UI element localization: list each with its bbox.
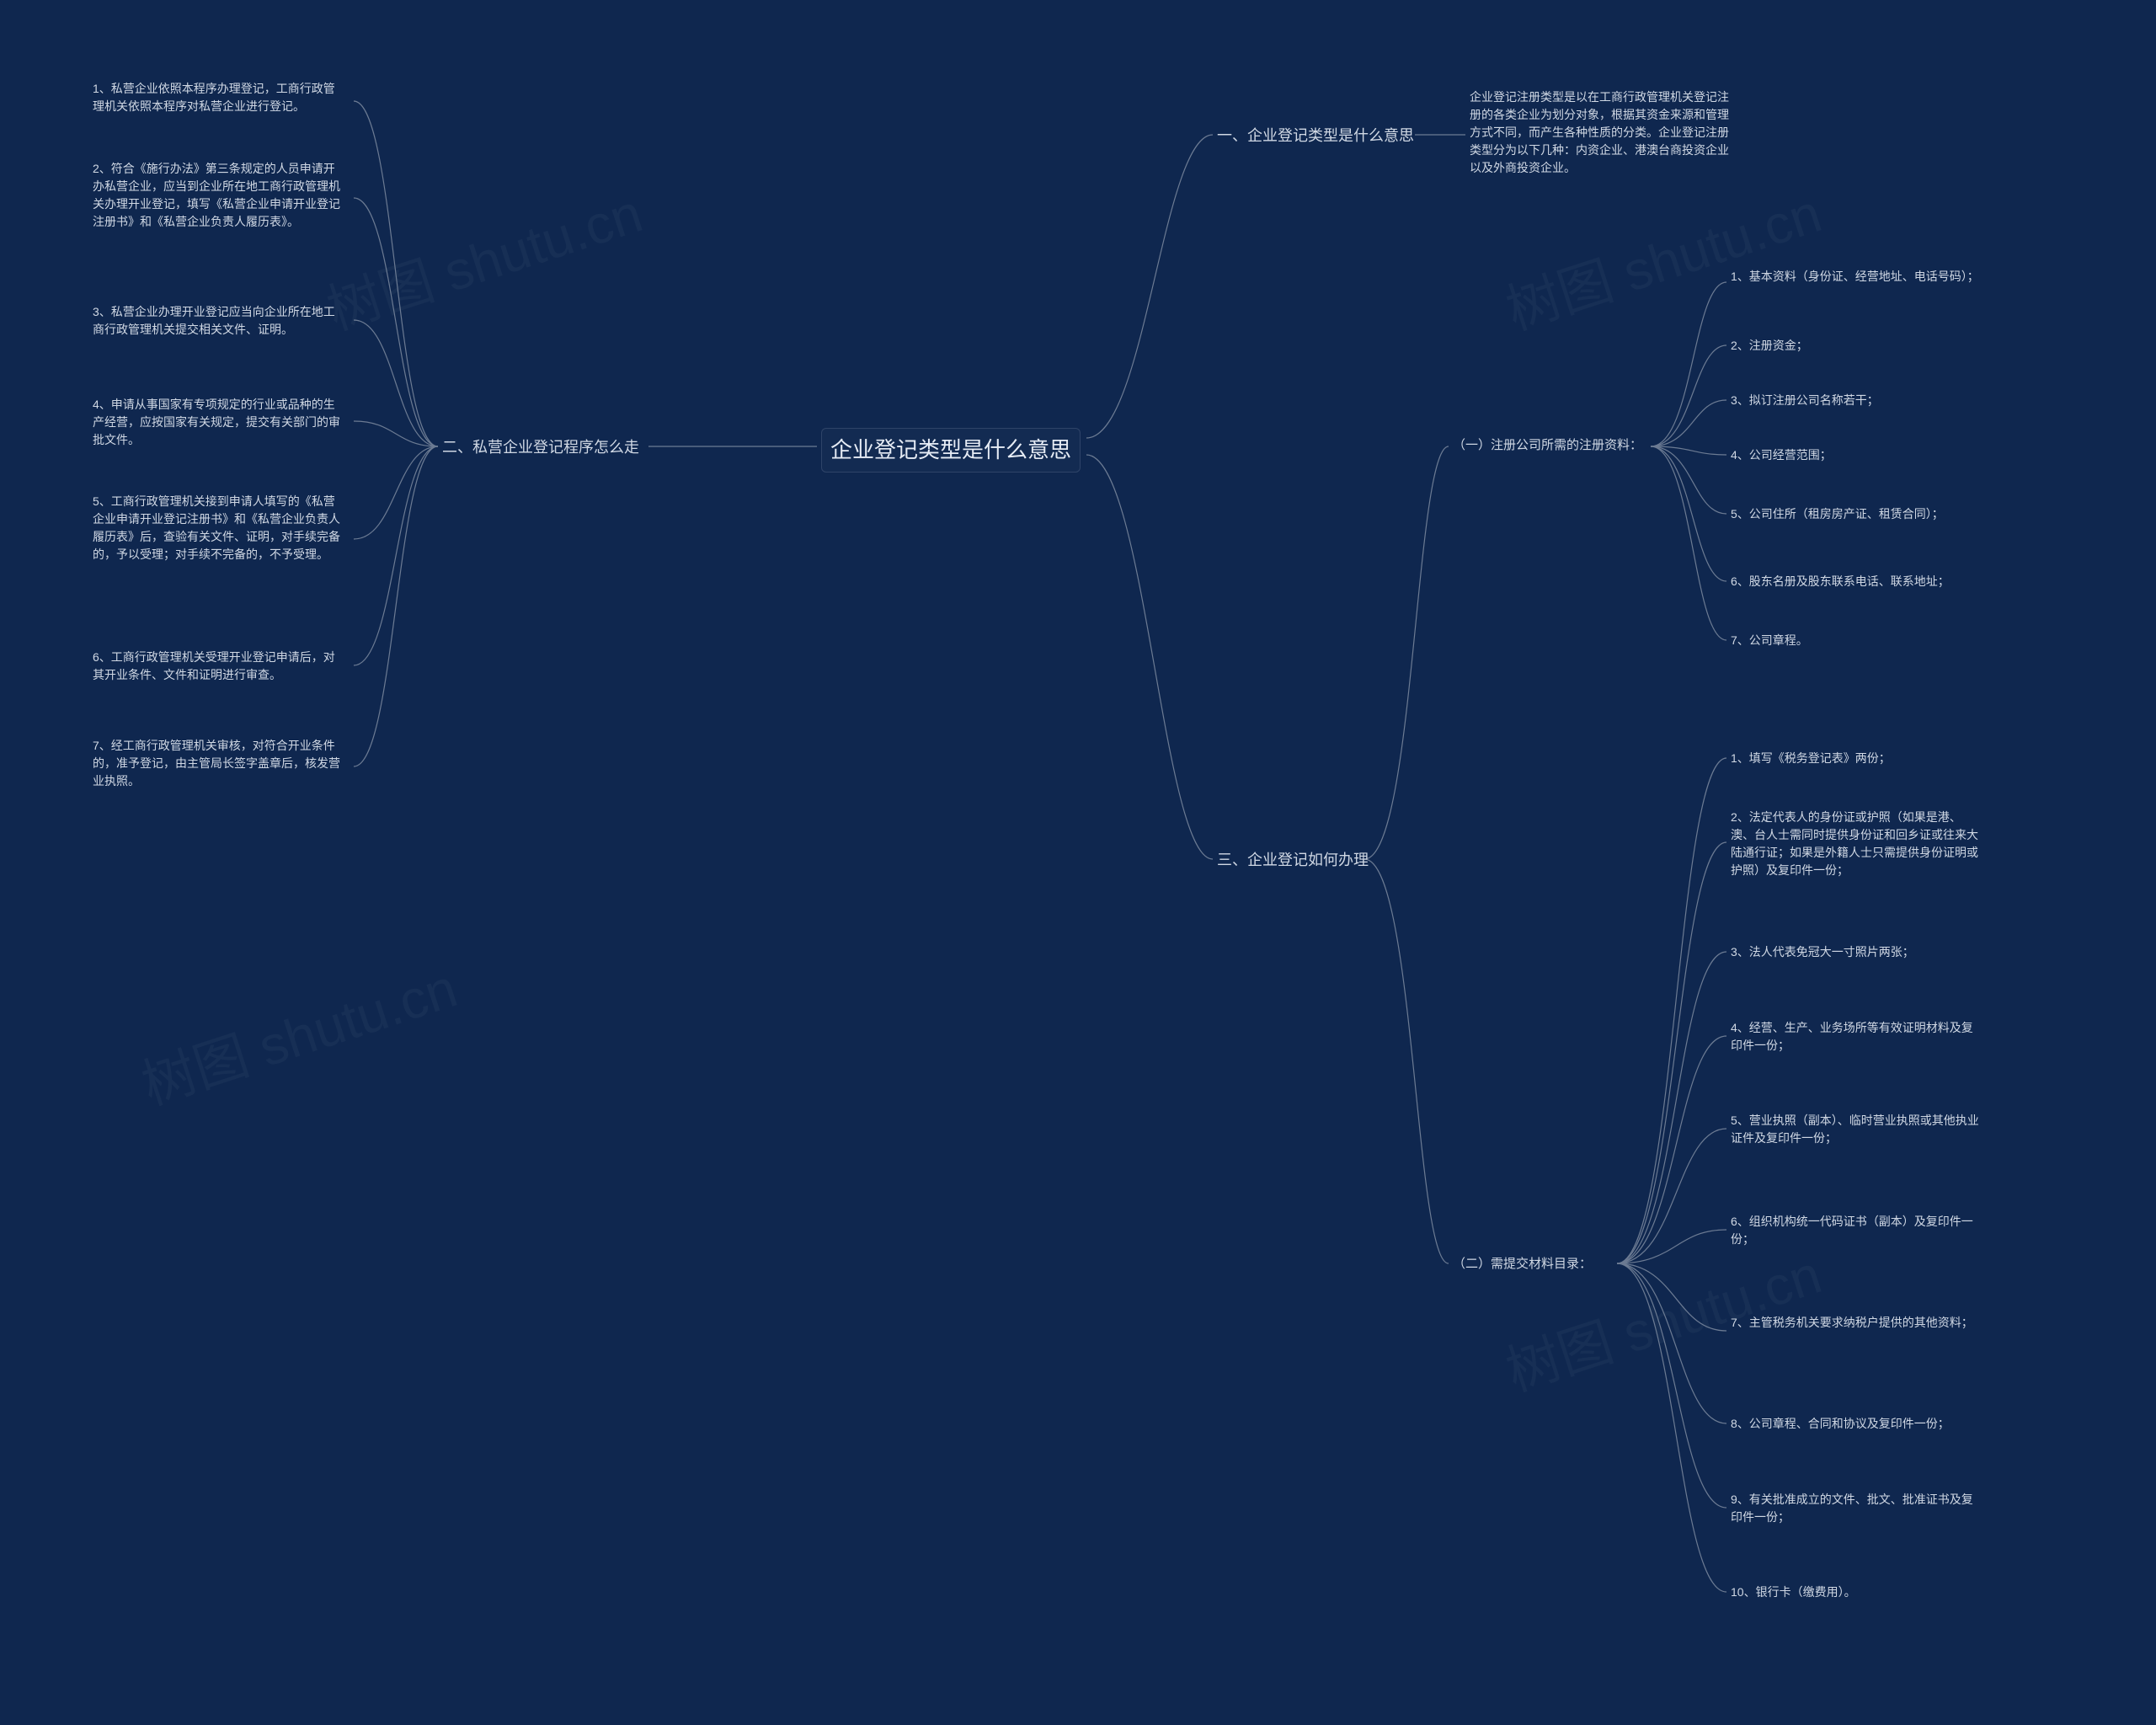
mindmap-canvas: 树图 shutu.cn 树图 shutu.cn 树图 shutu.cn 树图 s… bbox=[0, 0, 2156, 1725]
r2-subb-item[interactable]: 4、经营、生产、业务场所等有效证明材料及复印件一份； bbox=[1731, 1019, 1983, 1055]
r2-subb-item[interactable]: 2、法定代表人的身份证或护照（如果是港、澳、台人士需同时提供身份证和回乡证或往来… bbox=[1731, 809, 1983, 879]
r2-subb-item[interactable]: 6、组织机构统一代码证书（副本）及复印件一份； bbox=[1731, 1213, 1983, 1248]
left-item[interactable]: 5、工商行政管理机关接到申请人填写的《私营企业申请开业登记注册书》和《私营企业负… bbox=[93, 493, 345, 563]
branch-r1-desc[interactable]: 企业登记注册类型是以在工商行政管理机关登记注册的各类企业为划分对象，根据其资金来… bbox=[1470, 88, 1739, 177]
watermark: 树图 shutu.cn bbox=[1495, 170, 1829, 344]
r2-subb-item[interactable]: 9、有关批准成立的文件、批文、批准证书及复印件一份； bbox=[1731, 1491, 1983, 1526]
left-item[interactable]: 1、私营企业依照本程序办理登记，工商行政管理机关依照本程序对私营企业进行登记。 bbox=[93, 80, 345, 115]
watermark: 树图 shutu.cn bbox=[131, 945, 465, 1119]
branch-r2-title[interactable]: 三、企业登记如何办理 bbox=[1217, 849, 1369, 872]
r2-suba-item[interactable]: 7、公司章程。 bbox=[1731, 632, 1808, 649]
branch-left-title[interactable]: 二、私营企业登记程序怎么走 bbox=[442, 436, 639, 459]
r2-subb-item[interactable]: 5、营业执照（副本）、临时营业执照或其他执业证件及复印件一份； bbox=[1731, 1112, 1983, 1147]
r2-suba-item[interactable]: 5、公司住所（租房房产证、租赁合同）； bbox=[1731, 505, 1944, 523]
left-item[interactable]: 4、申请从事国家有专项规定的行业或品种的生产经营，应按国家有关规定，提交有关部门… bbox=[93, 396, 345, 449]
r2-subb-item[interactable]: 8、公司章程、合同和协议及复印件一份； bbox=[1731, 1415, 1950, 1433]
root-node[interactable]: 企业登记类型是什么意思 bbox=[821, 428, 1081, 473]
branch-r1-title[interactable]: 一、企业登记类型是什么意思 bbox=[1217, 125, 1414, 147]
left-item[interactable]: 6、工商行政管理机关受理开业登记申请后，对其开业条件、文件和证明进行审查。 bbox=[93, 649, 345, 684]
left-item[interactable]: 7、经工商行政管理机关审核，对符合开业条件的，准予登记，由主管局长签字盖章后，核… bbox=[93, 737, 345, 790]
r2-suba-item[interactable]: 6、股东名册及股东联系电话、联系地址； bbox=[1731, 573, 1950, 590]
watermark: 树图 shutu.cn bbox=[316, 170, 650, 344]
left-item[interactable]: 2、符合《施行办法》第三条规定的人员申请开办私营企业，应当到企业所在地工商行政管… bbox=[93, 160, 345, 231]
r2-subb-item[interactable]: 3、法人代表免冠大一寸照片两张； bbox=[1731, 943, 1914, 961]
r2-suba-item[interactable]: 4、公司经营范围； bbox=[1731, 446, 1832, 464]
r2-subb-item[interactable]: 10、银行卡（缴费用）。 bbox=[1731, 1583, 1856, 1601]
r2-suba-item[interactable]: 3、拟订注册公司名称若干； bbox=[1731, 392, 1879, 409]
r2-subb-item[interactable]: 1、填写《税务登记表》两份； bbox=[1731, 750, 1891, 767]
r2-subb-item[interactable]: 7、主管税务机关要求纳税户提供的其他资料； bbox=[1731, 1314, 1973, 1332]
left-item[interactable]: 3、私营企业办理开业登记应当向企业所在地工商行政管理机关提交相关文件、证明。 bbox=[93, 303, 345, 339]
r2-suba-item[interactable]: 2、注册资金； bbox=[1731, 337, 1808, 355]
r2-subb-title[interactable]: （二）需提交材料目录： bbox=[1453, 1255, 1592, 1274]
r2-suba-title[interactable]: （一）注册公司所需的注册资料： bbox=[1453, 436, 1642, 456]
r2-suba-item[interactable]: 1、基本资料（身份证、经营地址、电话号码）； bbox=[1731, 268, 1979, 286]
